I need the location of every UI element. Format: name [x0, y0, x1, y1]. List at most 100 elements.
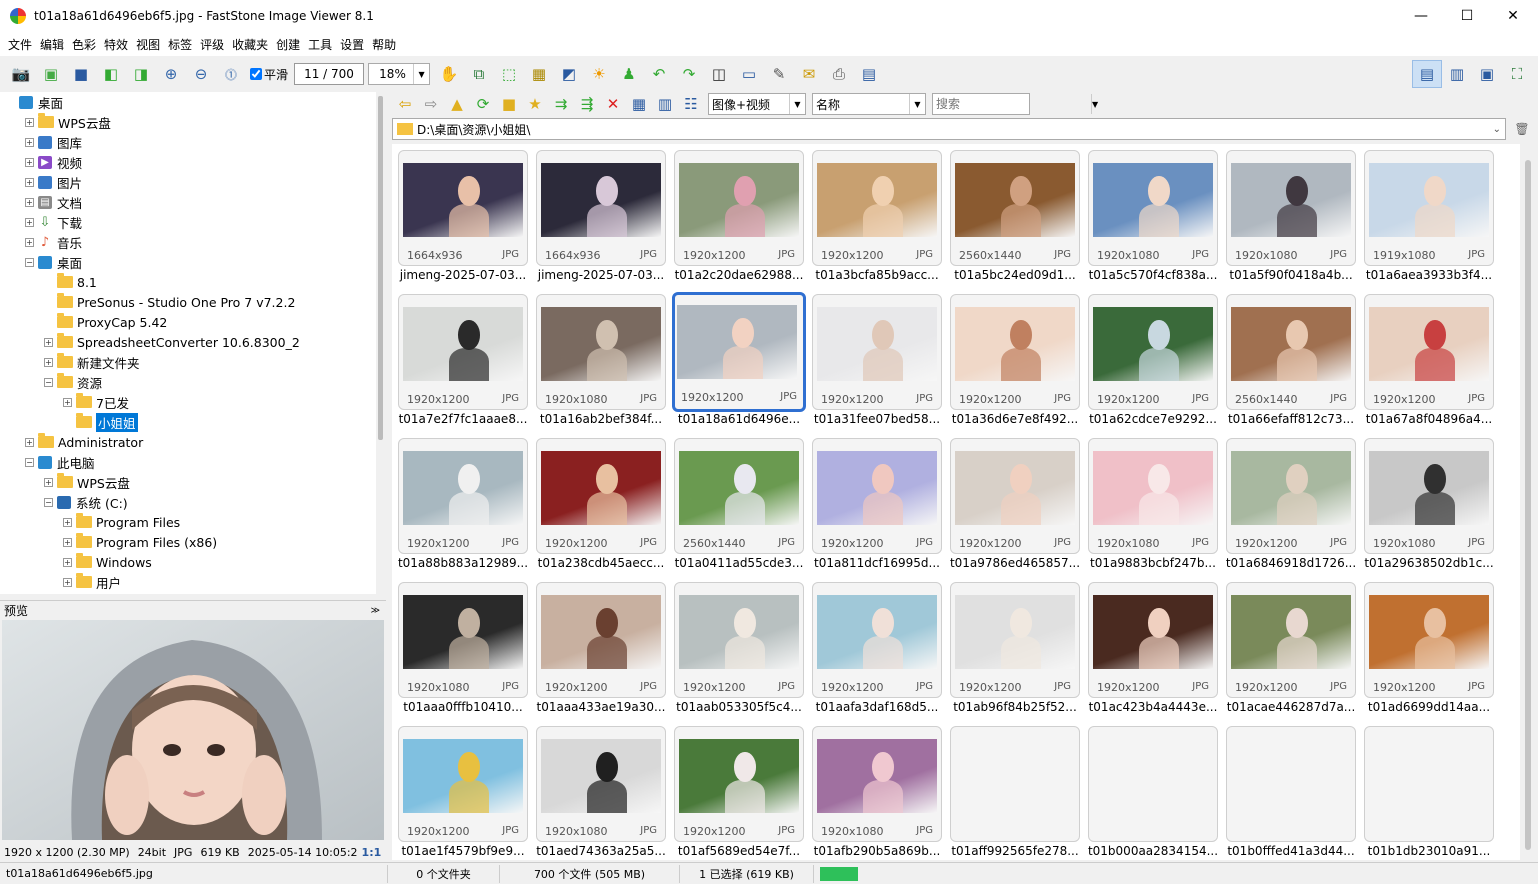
thumbnail-item[interactable]: 1920x1200 JPG t01aab053305f5c4...	[668, 576, 804, 714]
tree-item[interactable]: + Program Files (x86)	[63, 532, 217, 552]
collapse-icon[interactable]: ≫	[371, 606, 380, 616]
thumbnail-card[interactable]: 1920x1080 JPG	[398, 582, 528, 698]
thumbnail-item[interactable]: 1920x1200 JPG t01a811dcf16995d...	[806, 432, 942, 570]
tree-scrollbar-thumb[interactable]	[378, 96, 383, 440]
tree-item[interactable]: + ⇩ 下载	[25, 212, 82, 232]
new-folder-icon[interactable]: ■	[496, 90, 522, 118]
maximize-button[interactable]: ☐	[1444, 0, 1490, 32]
thumbnail-item[interactable]: 1920x1200 JPG t01a18a61d6496e...	[668, 288, 806, 426]
thumbnail-card[interactable]: 1920x1080 JPG	[1226, 150, 1356, 266]
thumbnail-card[interactable]: 1920x1080 JPG	[1364, 438, 1494, 554]
thumbnail-item[interactable]: t01aff992565fe278...	[944, 720, 1080, 858]
thumbnail-item[interactable]: 2560x1440 JPG t01a0411ad55cde3...	[668, 432, 804, 570]
minimize-button[interactable]: —	[1398, 0, 1444, 32]
camera-icon[interactable]: 📷	[6, 60, 36, 88]
tree-item[interactable]: 小姐姐	[63, 412, 138, 432]
expand-icon[interactable]: +	[63, 537, 72, 547]
canvas-icon[interactable]: ▦	[524, 60, 554, 88]
tree-item[interactable]: 8.1	[44, 272, 97, 292]
tree-item[interactable]: + Program Files	[63, 512, 180, 532]
expand-icon[interactable]: +	[44, 337, 53, 347]
tree-item[interactable]: ProxyCap 5.42	[44, 312, 167, 332]
search-select[interactable]: ▼	[932, 93, 1098, 115]
thumbnail-item[interactable]: 1920x1200 JPG t01acae446287d7a...	[1220, 576, 1356, 714]
layout-2-icon[interactable]: ▥	[1442, 60, 1472, 88]
thumbnail-card[interactable]: 1920x1080 JPG	[1088, 150, 1218, 266]
thumbnail-card[interactable]: 1920x1200 JPG	[950, 582, 1080, 698]
next-icon[interactable]: ◨	[126, 60, 156, 88]
zoom-in-icon[interactable]: ⊕	[156, 60, 186, 88]
tree-item[interactable]: + 图库	[25, 132, 82, 152]
thumbnail-card[interactable]: 1920x1200 JPG	[1364, 582, 1494, 698]
thumbnail-item[interactable]: 1920x1200 JPG t01ab96f84b25f52...	[944, 576, 1080, 714]
thumbnail-card[interactable]: 1920x1200 JPG	[674, 150, 804, 266]
menu-item-6[interactable]: 评级	[196, 36, 228, 53]
thumbnail-card[interactable]: 1920x1200 JPG	[1088, 582, 1218, 698]
slideshow-icon[interactable]: ▭	[734, 60, 764, 88]
thumbnail-item[interactable]: 1920x1080 JPG t01aaa0fffb10410...	[392, 576, 528, 714]
trash-icon[interactable]: 🗑	[1512, 120, 1532, 138]
thumbnail-item[interactable]: 1920x1200 JPG t01ad6699dd14aa...	[1358, 576, 1494, 714]
smooth-check[interactable]	[250, 68, 262, 80]
thumbnail-item[interactable]: 1920x1200 JPG t01ac423b4a4443e...	[1082, 576, 1218, 714]
forward-icon[interactable]: ⇨	[418, 90, 444, 118]
thumbnail-card[interactable]: 1920x1200 JPG	[812, 582, 942, 698]
collapse-icon[interactable]: −	[25, 457, 34, 467]
grid-scrollbar-thumb[interactable]	[1525, 160, 1531, 850]
details-view-icon[interactable]: ☷	[678, 90, 704, 118]
thumbnail-card[interactable]: 1920x1200 JPG	[536, 582, 666, 698]
tree-item[interactable]: + 图片	[25, 172, 82, 192]
thumbnail-item[interactable]: 1920x1200 JPG t01a62cdce7e9292...	[1082, 288, 1218, 426]
thumbnail-card[interactable]: 1920x1200 JPG	[674, 582, 804, 698]
thumbnail-item[interactable]: t01b1db23010a91...	[1358, 720, 1494, 858]
menu-item-2[interactable]: 色彩	[68, 36, 100, 53]
thumbnail-item[interactable]: 1919x1080 JPG t01a6aea3933b3f4...	[1358, 144, 1494, 282]
email-icon[interactable]: ✉	[794, 60, 824, 88]
previous-icon[interactable]: ◧	[96, 60, 126, 88]
path-bar[interactable]: D:\桌面\资源\小姐姐\ ⌄	[392, 118, 1506, 140]
menu-item-3[interactable]: 特效	[100, 36, 132, 53]
menu-item-5[interactable]: 标签	[164, 36, 196, 53]
stamp-icon[interactable]: ♟	[614, 60, 644, 88]
thumbnail-item[interactable]: 1920x1080 JPG t01a9883bcbf247b...	[1082, 432, 1218, 570]
thumbnail-item[interactable]: 1920x1080 JPG t01aed74363a25a5...	[530, 720, 666, 858]
tree-item[interactable]: + 用户	[63, 572, 121, 592]
thumbnail-item[interactable]: t01b0fffed41a3d44...	[1220, 720, 1356, 858]
expand-icon[interactable]: +	[63, 517, 72, 527]
open-folder-icon[interactable]: ▣	[36, 60, 66, 88]
hand-tool-icon[interactable]: ✋	[434, 60, 464, 88]
thumbnail-card[interactable]: 1920x1200 JPG	[950, 294, 1080, 410]
print-icon[interactable]: ⎙	[824, 60, 854, 88]
thumbnail-card[interactable]: 1920x1200 JPG	[1226, 438, 1356, 554]
tree-item[interactable]: PreSonus - Studio One Pro 7 v7.2.2	[44, 292, 295, 312]
list-view-icon[interactable]: ▥	[652, 90, 678, 118]
thumbnail-item[interactable]: 1920x1200 JPG t01a31fee07bed58...	[806, 288, 942, 426]
thumbnail-card[interactable]: 1920x1200 JPG	[398, 726, 528, 842]
collapse-icon[interactable]: −	[44, 497, 53, 507]
thumbnail-card[interactable]: 1920x1200 JPG	[1088, 294, 1218, 410]
thumbnail-item[interactable]: 1920x1080 JPG t01a5c570f4cf838a...	[1082, 144, 1218, 282]
tree-item[interactable]: + Windows	[63, 552, 152, 572]
expand-icon[interactable]: +	[25, 117, 34, 127]
favorite-folder-icon[interactable]: ★	[522, 90, 548, 118]
menu-item-7[interactable]: 收藏夹	[228, 36, 272, 53]
rotate-left-icon[interactable]: ↶	[644, 60, 674, 88]
menu-item-8[interactable]: 创建	[272, 36, 304, 53]
expand-icon[interactable]: +	[63, 577, 72, 587]
filter-select[interactable]: 图像+视频 ▼	[708, 93, 806, 115]
tree-item[interactable]: + ♪ 音乐	[25, 232, 82, 252]
menu-item-4[interactable]: 视图	[132, 36, 164, 53]
layout-3-icon[interactable]: ▣	[1472, 60, 1502, 88]
thumbnail-item[interactable]: 1920x1200 JPG t01aaa433ae19a30...	[530, 576, 666, 714]
expand-icon[interactable]: +	[25, 237, 34, 247]
tree-item[interactable]: − 此电脑	[25, 452, 95, 472]
chevron-down-icon[interactable]: ⌄	[1493, 124, 1501, 135]
thumbnail-item[interactable]: 1920x1200 JPG t01af5689ed54e7f...	[668, 720, 804, 858]
thumbnail-item[interactable]: 1920x1200 JPG t01a2c20dae62988...	[668, 144, 804, 282]
expand-icon[interactable]: +	[25, 437, 34, 447]
tree-item[interactable]: + SpreadsheetConverter 10.6.8300_2	[44, 332, 300, 352]
expand-icon[interactable]: +	[25, 157, 34, 167]
thumbnail-card[interactable]	[950, 726, 1080, 842]
tree-item[interactable]: − 系统 (C:)	[44, 492, 128, 512]
thumbnail-card[interactable]: 1920x1200 JPG	[1226, 582, 1356, 698]
